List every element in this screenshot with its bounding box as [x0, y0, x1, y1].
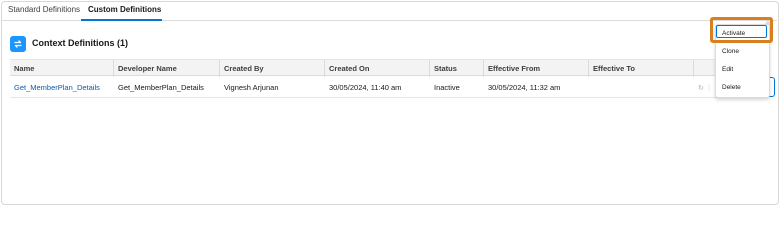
activate-highlight-box — [710, 17, 773, 43]
tab-custom-definitions[interactable]: Custom Definitions — [88, 5, 161, 14]
menu-item-delete[interactable]: Delete — [716, 81, 771, 95]
active-tab-indicator — [81, 19, 162, 21]
column-header-created-by[interactable]: Created By — [220, 60, 325, 77]
column-header-developer-name[interactable]: Developer Name — [114, 60, 220, 77]
column-header-effective-to[interactable]: Effective To — [589, 60, 694, 77]
column-header-effective-from[interactable]: Effective From — [484, 60, 589, 77]
row-effective-from: 30/05/2024, 11:32 am — [488, 83, 561, 92]
row-status: Inactive — [434, 83, 460, 92]
row-created-by: Vignesh Arjunan — [224, 83, 279, 92]
column-header-created-on[interactable]: Created On — [325, 60, 430, 77]
row-developer-name: Get_MemberPlan_Details — [118, 83, 204, 92]
row-effective-to — [589, 77, 593, 98]
menu-item-clone[interactable]: Clone — [716, 45, 771, 59]
page-frame — [1, 1, 779, 205]
row-status-icons: ↻ ⋮ — [698, 85, 713, 92]
context-definitions-icon — [10, 36, 26, 52]
row-created-on: 30/05/2024, 11:40 am — [329, 83, 402, 92]
table-row: Get_MemberPlan_Details Get_MemberPlan_De… — [10, 77, 746, 98]
tab-bar: Standard Definitions Custom Definitions — [1, 1, 777, 21]
table-header: Name Developer Name Created By Created O… — [10, 59, 746, 77]
row-name-link[interactable]: Get_MemberPlan_Details — [10, 77, 100, 98]
column-header-status[interactable]: Status — [430, 60, 484, 77]
column-header-name[interactable]: Name — [10, 60, 114, 77]
tab-standard-definitions[interactable]: Standard Definitions — [8, 5, 80, 14]
menu-item-edit[interactable]: Edit — [716, 63, 771, 77]
card-title: Context Definitions (1) — [32, 38, 128, 48]
